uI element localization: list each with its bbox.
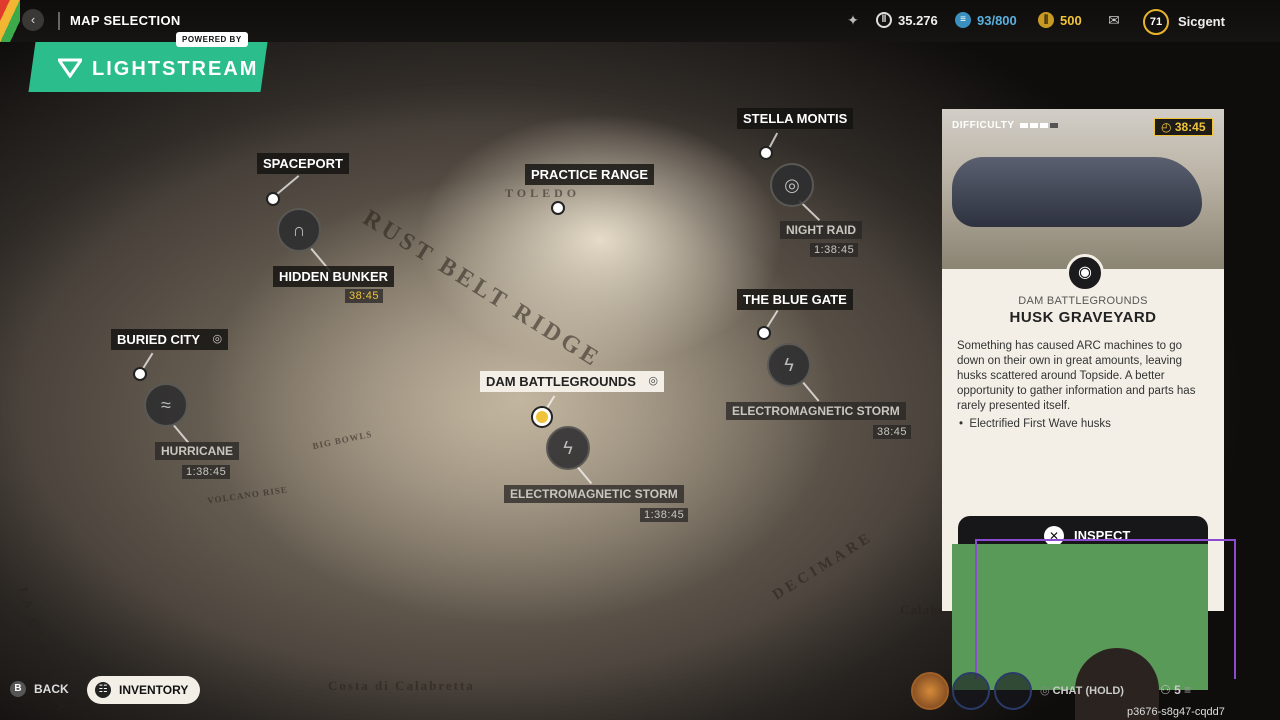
title-separator — [58, 12, 60, 30]
squad-slot-empty[interactable] — [994, 672, 1032, 710]
location-practice-range[interactable]: PRACTICE RANGE — [525, 164, 655, 185]
username: Sicgent — [1178, 14, 1225, 29]
arc-machine-illustration — [952, 157, 1202, 227]
condition-em-storm-dam: ELECTROMAGNETIC STORM — [504, 485, 684, 503]
tokens-value: 500 — [1060, 12, 1082, 28]
lightstream-brand: LIGHTSTREAM — [92, 58, 259, 80]
back-button[interactable]: B BACK — [10, 681, 69, 697]
night-raid-timer: 1:38:45 — [810, 243, 859, 257]
condition-em-storm-gate: ELECTROMAGNETIC STORM — [726, 402, 906, 420]
stash-icon: ≡ — [955, 12, 971, 28]
b-key-icon: B — [10, 681, 26, 697]
modifier-title: HUSK GRAVEYARD — [1009, 309, 1157, 326]
menu-icon[interactable]: ≡ — [1184, 683, 1191, 697]
chat-label: CHAT (HOLD) — [1052, 685, 1124, 697]
squad-count-value: 5 — [1174, 683, 1181, 697]
location-hidden-bunker[interactable]: HIDDEN BUNKER — [273, 266, 395, 287]
capacity-stat: ≡ 93/800 — [955, 12, 1017, 28]
location-marker-spaceport[interactable] — [266, 192, 280, 206]
hidden-bunker-timer: 38:45 — [345, 289, 384, 303]
modifier-location: DAM BATTLEGROUNDS — [1018, 295, 1148, 307]
difficulty-label: DIFFICULTY — [952, 120, 1015, 131]
dam-battlegrounds-label: DAM BATTLEGROUNDS — [486, 374, 636, 389]
coin-icon: ‖ — [876, 12, 892, 28]
player-avatar[interactable] — [911, 672, 949, 710]
condition-hurricane: HURRICANE — [155, 442, 239, 460]
currency-stat: ‖ 35.276 — [876, 12, 938, 28]
hurricane-icon[interactable]: ≈ — [144, 383, 188, 427]
tokens-icon: ∥ — [1038, 12, 1054, 28]
location-buried-city[interactable]: BURIED CITY ◎ — [111, 329, 229, 350]
currency-value: 35.276 — [898, 12, 938, 28]
back-arrow-button[interactable]: ‹ — [22, 9, 44, 31]
powered-by-badge: POWERED BY — [176, 32, 248, 47]
terrain-label-coast: Costa di Calabretta — [328, 678, 475, 693]
inventory-label: INVENTORY — [119, 683, 189, 697]
em-storm-gate-timer: 38:45 — [873, 425, 912, 439]
location-marker-practice-range[interactable] — [551, 201, 565, 215]
location-marker-the-blue-gate[interactable] — [757, 326, 771, 340]
settings-icon[interactable]: ✦ — [845, 12, 861, 28]
location-the-blue-gate[interactable]: THE BLUE GATE — [737, 289, 853, 310]
lightning-icon[interactable]: ϟ — [767, 343, 811, 387]
back-label: BACK — [34, 682, 69, 696]
clock-icon: ◴ — [1161, 120, 1175, 134]
lock-icon: ◎ — [648, 375, 658, 387]
terrain-label-calabria: Calabr — [900, 602, 945, 617]
gamepad-icon: ☷ — [95, 682, 111, 698]
people-icon: ⚇ — [1160, 683, 1171, 697]
squad-slot-empty[interactable] — [952, 672, 990, 710]
panel-timer: ◴ 38:45 — [1154, 118, 1213, 136]
modifier-description: Something has caused ARC machines to go … — [957, 340, 1196, 412]
condition-night-raid: NIGHT RAID — [780, 221, 862, 239]
inventory-button[interactable]: ☷ INVENTORY — [87, 676, 201, 704]
location-marker-buried-city[interactable] — [133, 367, 147, 381]
session-code: p3676-s8g47-cqdd7 — [1127, 706, 1225, 718]
chat-icon: ◎ — [1040, 685, 1050, 697]
night-raid-icon[interactable]: ◎ — [770, 163, 814, 207]
chat-hint[interactable]: ◎ CHAT (HOLD) — [1040, 684, 1124, 697]
lock-icon: ◎ — [212, 333, 223, 345]
location-stella-montis[interactable]: STELLA MONTIS — [737, 108, 854, 129]
location-marker-stella-montis[interactable] — [759, 146, 773, 160]
terrain-label-toledo: TOLEDO — [505, 186, 581, 200]
modifier-bullet: • Electrified First Wave husks — [959, 418, 1111, 430]
em-storm-dam-timer: 1:38:45 — [640, 508, 689, 522]
page-title: MAP SELECTION — [70, 13, 181, 28]
location-spaceport[interactable]: SPACEPORT — [257, 153, 349, 174]
difficulty-bars — [1020, 123, 1058, 128]
modifier-bullet-text: Electrified First Wave husks — [969, 418, 1111, 430]
buried-city-label: BURIED CITY — [117, 332, 201, 347]
bunker-icon[interactable]: ∩ — [277, 208, 321, 252]
modifier-icon: ◉ — [1066, 254, 1104, 292]
location-dam-battlegrounds[interactable]: DAM BATTLEGROUNDS ◎ — [480, 371, 664, 392]
player-level-badge: 71 — [1143, 9, 1169, 35]
lightning-icon[interactable]: ϟ — [546, 426, 590, 470]
hurricane-timer: 1:38:45 — [182, 465, 231, 479]
tokens-stat: ∥ 500 — [1038, 12, 1082, 28]
lightstream-logo-icon — [58, 58, 82, 78]
squad-count: ⚇ 5 ≡ — [1160, 683, 1191, 697]
rainbow-stripe — [0, 0, 20, 42]
location-marker-dam-battlegrounds-selected[interactable] — [533, 408, 551, 426]
panel-timer-value: 38:45 — [1174, 120, 1206, 134]
capacity-value: 93/800 — [977, 12, 1017, 28]
mail-icon[interactable]: ✉ — [1106, 12, 1122, 28]
